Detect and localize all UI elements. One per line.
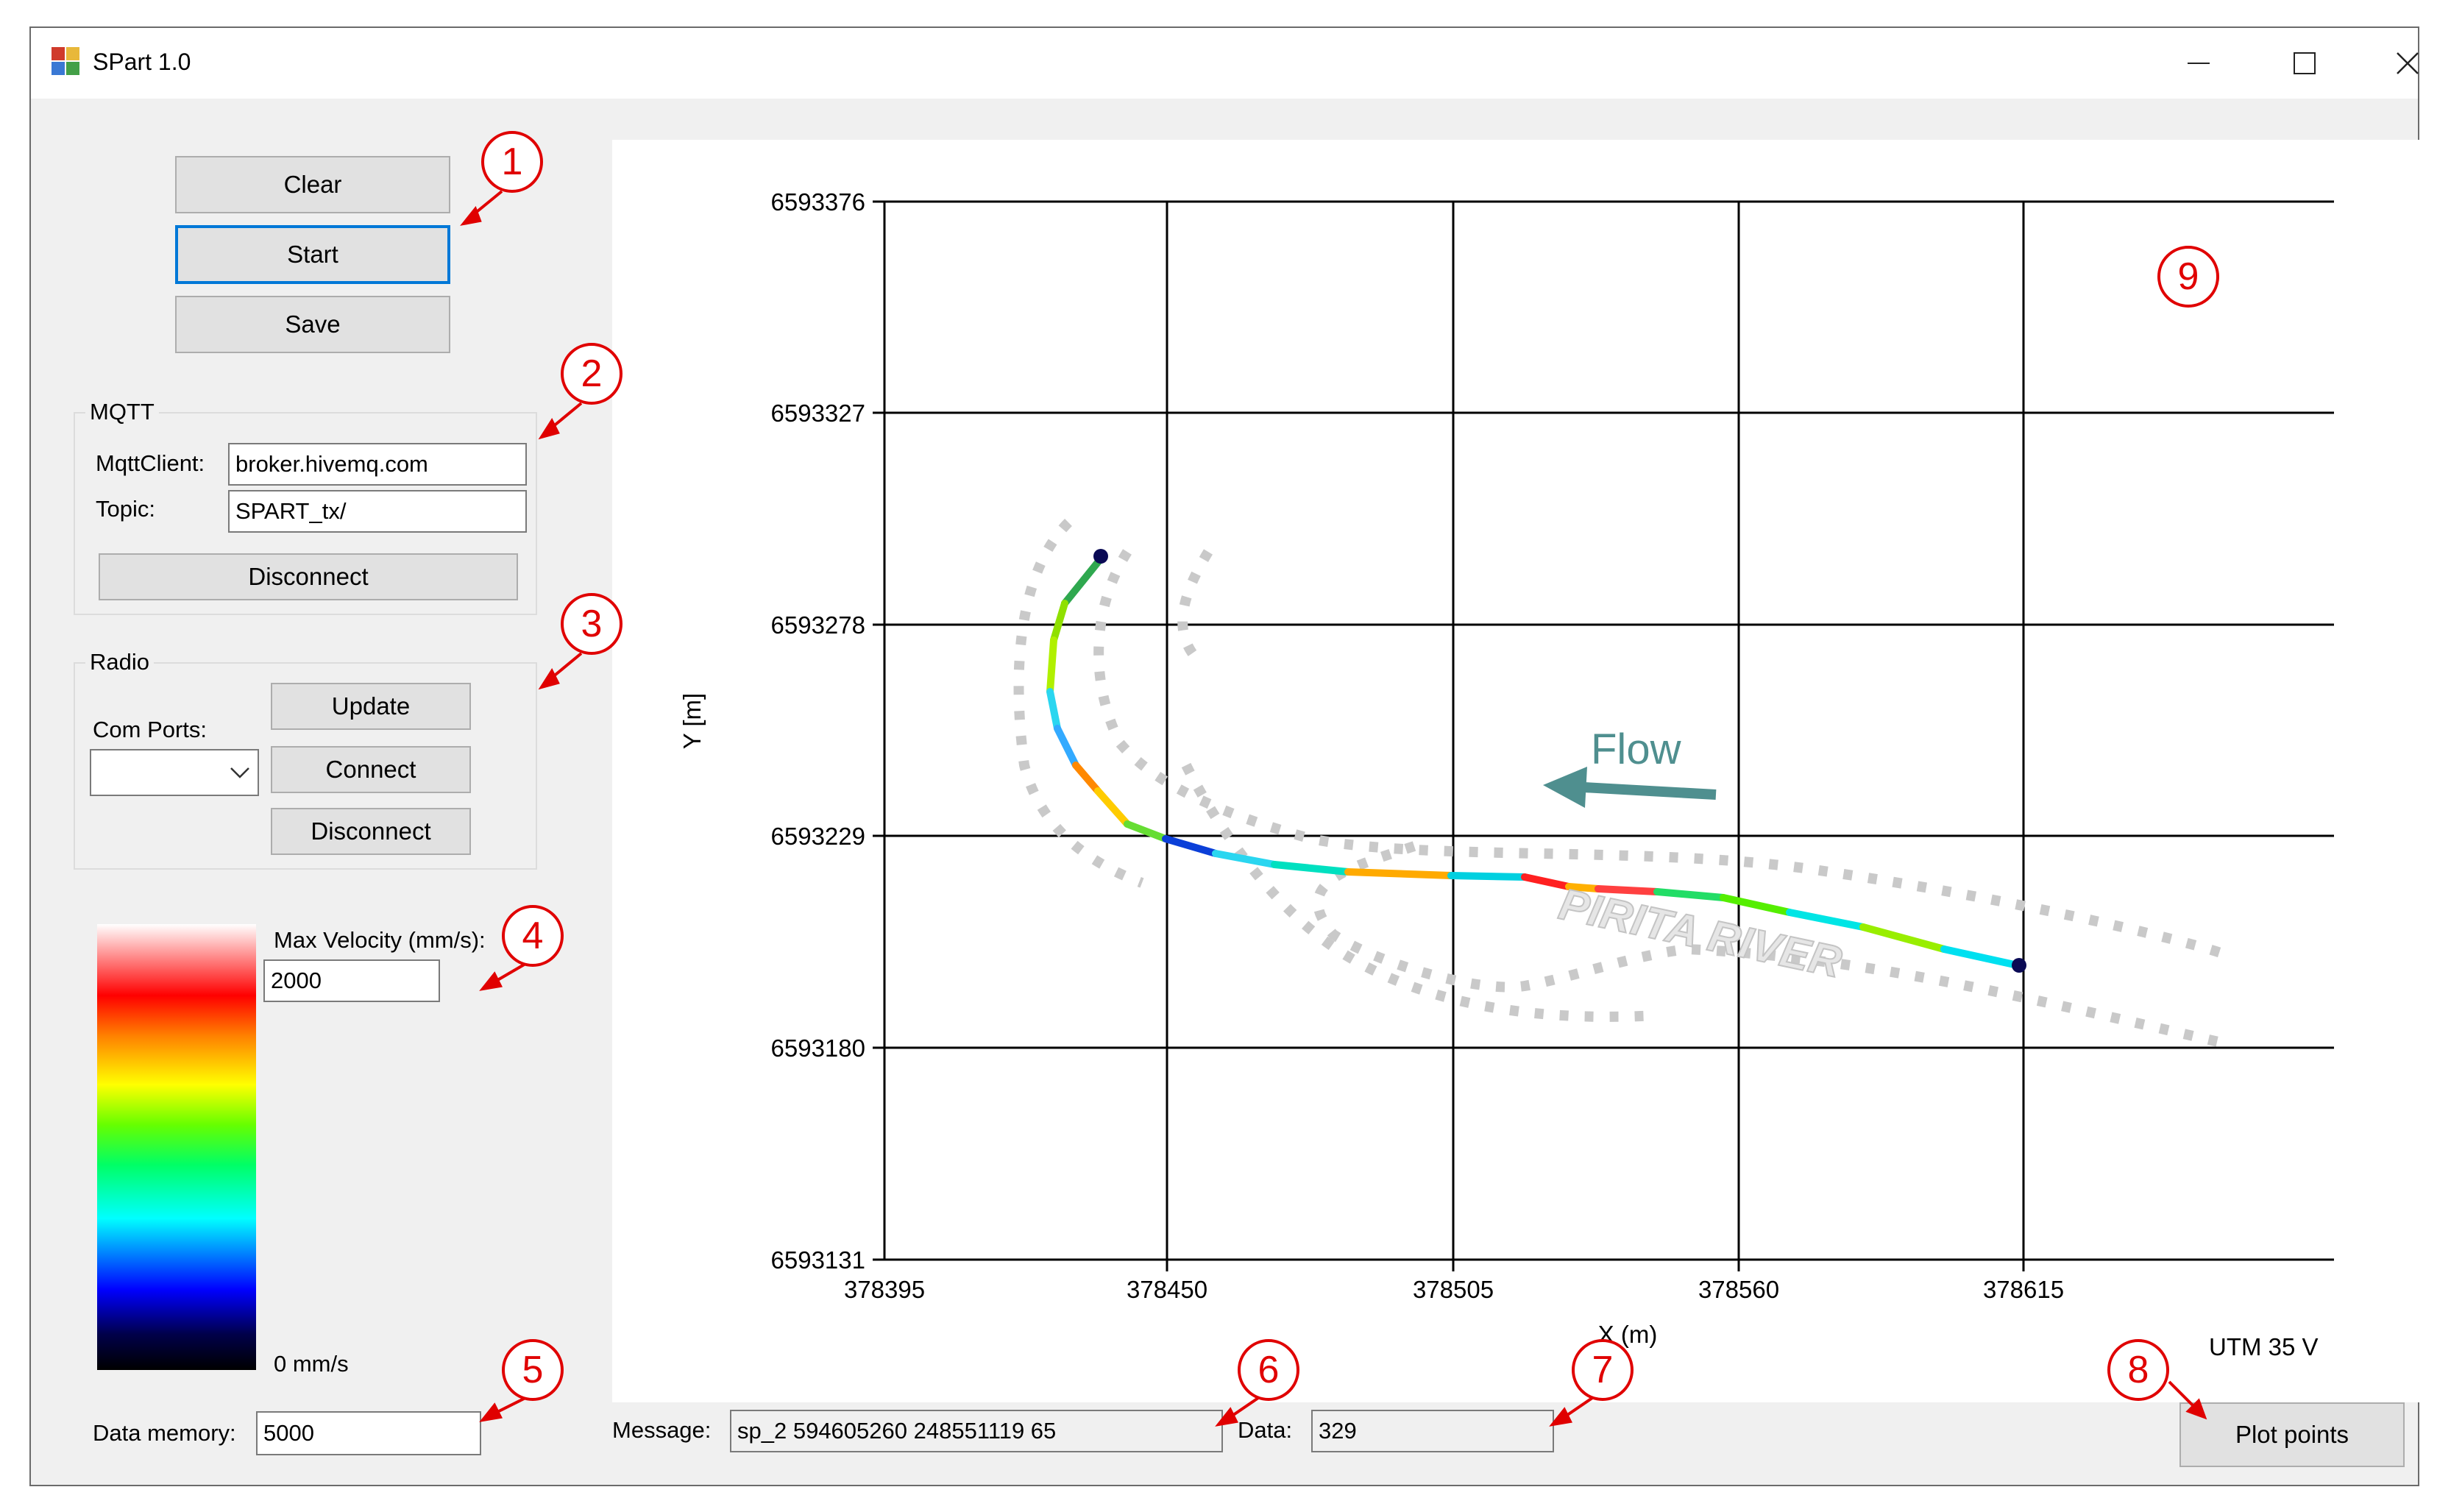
track-segment [1521,873,1572,890]
minimize-button[interactable] [2147,28,2250,99]
title-bar: SPart 1.0 [31,28,2419,99]
com-ports-label: Com Ports: [93,717,207,742]
x-tick-label: 378450 [1127,1276,1207,1303]
track-segment [1271,861,1352,876]
track-segment [1859,923,1948,953]
velocity-color-scale [97,924,256,1370]
track-segment [1072,762,1102,795]
max-velocity-input[interactable]: 2000 [263,959,440,1002]
callout-9: 9 [2157,246,2219,308]
app-window: SPart 1.0 Clear Start Save MQTT MqttClie… [29,26,2434,1486]
update-button[interactable]: Update [271,683,471,730]
x-tick-label: 378505 [1413,1276,1494,1303]
close-icon [2397,52,2419,74]
minimize-icon [2188,63,2210,64]
zone-label: UTM 35 V [2209,1333,2319,1360]
track-plot: 6593376 6593327 6593278 6593229 6593180 65931… [678,188,2334,1360]
track-segment [1447,872,1528,881]
track-segment [1050,600,1068,644]
mqtt-client-input[interactable]: broker.hivemq.com [228,443,527,486]
flow-label: Flow [1591,725,1682,773]
mqtt-disconnect-button[interactable]: Disconnect [99,553,518,600]
track-segment [1653,888,1727,901]
track-segment [1344,868,1455,879]
river-outline-dots [1013,519,1144,888]
track-path [1046,549,2026,973]
y-tick-label: 6593278 [771,611,865,639]
y-tick-label: 6593180 [771,1034,865,1062]
callout-5: 5 [502,1339,564,1401]
track-segment [1054,725,1079,769]
callout-3: 3 [561,593,622,655]
close-button[interactable] [2356,28,2451,99]
save-button[interactable]: Save [175,296,450,353]
plot-ticks: 6593376 6593327 6593278 6593229 6593180 65931… [771,188,2065,1303]
x-tick-label: 378395 [844,1276,925,1303]
river-outline-dots [1177,549,1213,659]
track-segment [1940,945,2021,969]
track-segment [1786,909,1867,931]
window-title: SPart 1.0 [93,49,191,75]
min-velocity-label: 0 mm/s [274,1351,349,1377]
track-segment [1094,787,1131,828]
track-start-point [1093,549,1108,564]
x-tick-label: 378560 [1698,1276,1779,1303]
topic-input[interactable]: SPART_tx/ [228,490,527,533]
mqtt-client-label: MqttClient: [96,450,205,476]
y-tick-label: 6593131 [771,1246,865,1274]
callout-2: 2 [561,343,622,405]
connect-button[interactable]: Connect [271,746,471,793]
y-tick-label: 6593376 [771,188,865,216]
callout-4: 4 [502,905,564,967]
y-tick-label: 6593327 [771,400,865,427]
mqtt-group-title: MQTT [85,399,159,425]
clear-button[interactable]: Clear [175,156,450,213]
track-segment [1061,554,1105,607]
track-segment [1162,835,1219,857]
maximize-button[interactable] [2253,28,2356,99]
maximize-icon [2294,52,2316,74]
river-outline [1013,519,2233,1050]
com-ports-select[interactable] [90,749,259,796]
message-label: Message: [612,1417,712,1443]
track-segment [1046,688,1061,732]
radio-group-title: Radio [85,649,154,675]
start-button[interactable]: Start [175,225,450,284]
x-tick-label: 378615 [1983,1276,2064,1303]
callout-7: 7 [1572,1339,1634,1401]
callout-6: 6 [1238,1339,1299,1401]
callout-8: 8 [2107,1339,2169,1401]
plot-area[interactable]: 6593376 6593327 6593278 6593229 6593180 65931… [612,140,2434,1402]
chevron-down-icon [230,767,249,778]
track-segment [1046,636,1057,695]
app-icon [52,47,81,77]
y-tick-label: 6593229 [771,823,865,850]
y-axis-label: Y [m] [678,693,706,749]
data-memory-label: Data memory: [93,1420,236,1446]
message-field: sp_2 594605260 248551119 65 [730,1410,1223,1452]
data-memory-input[interactable]: 5000 [256,1411,481,1455]
plot-points-button[interactable]: Plot points [2179,1402,2405,1467]
topic-label: Topic: [96,496,155,522]
callout-1: 1 [481,131,543,193]
radio-disconnect-button[interactable]: Disconnect [271,808,471,855]
track-end-point [2012,958,2026,973]
max-velocity-label: Max Velocity (mm/s): [274,927,486,953]
data-field: 329 [1311,1410,1554,1452]
track-segment [1720,894,1793,916]
data-label: Data: [1238,1417,1293,1443]
